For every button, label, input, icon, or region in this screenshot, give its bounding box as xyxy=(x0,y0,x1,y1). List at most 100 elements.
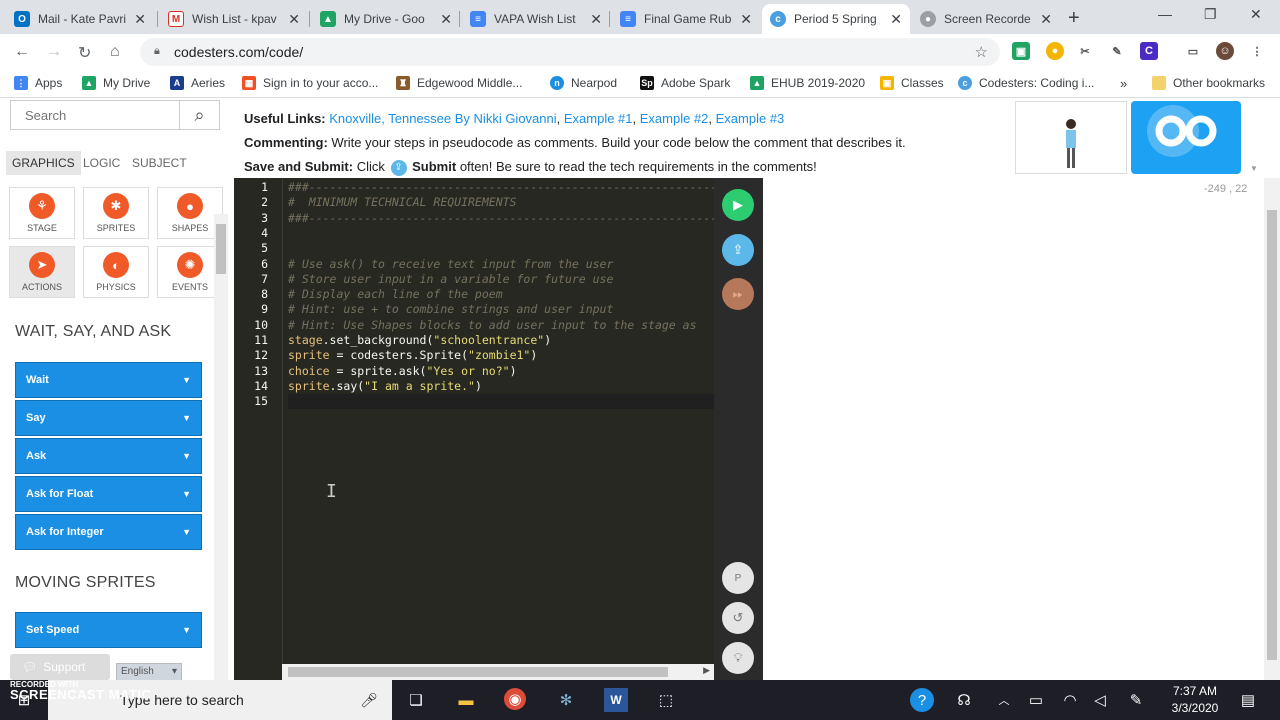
close-icon[interactable]: ✕ xyxy=(1040,11,1052,28)
block-ask[interactable]: Ask ▼ xyxy=(15,438,202,474)
battery-icon[interactable]: ▭ xyxy=(1024,688,1048,712)
back-arrow-icon[interactable]: ← xyxy=(14,43,30,61)
code-comment-line[interactable]: # MINIMUM TECHNICAL REQUIREMENTS xyxy=(288,195,516,210)
volume-icon[interactable]: ◁ xyxy=(1088,688,1112,712)
forward-arrow-icon[interactable]: → xyxy=(46,43,62,61)
code-comment-line[interactable]: # Display each line of the poem xyxy=(288,287,503,302)
notifications-icon[interactable]: ▤ xyxy=(1236,688,1260,712)
task-view-icon[interactable]: ❏ xyxy=(404,688,428,712)
bookmark-classes[interactable]: ▣ Classes xyxy=(880,76,944,90)
bookmark-apps[interactable]: ⋮ Apps xyxy=(14,76,62,90)
tab-my-drive[interactable]: ▲ My Drive - Goo ✕ xyxy=(312,4,460,34)
home-icon[interactable]: ⌂ xyxy=(110,43,120,61)
code-line[interactable]: stage.set_background("schoolentrance") xyxy=(288,333,551,348)
clock[interactable]: 7:37 AM 3/3/2020 xyxy=(1160,683,1230,717)
close-icon[interactable]: ✕ xyxy=(890,11,902,28)
scroll-down-icon[interactable]: ▼ xyxy=(1250,164,1258,173)
bookmark-nearpod[interactable]: n Nearpod xyxy=(550,76,617,90)
bookmark-microsoft[interactable]: ▦ Sign in to your acco... xyxy=(242,76,378,90)
window-close-button[interactable]: ✕ xyxy=(1250,6,1262,23)
extension-c-icon[interactable]: C xyxy=(1140,42,1158,60)
tab-final-game[interactable]: ≡ Final Game Rub ✕ xyxy=(612,4,760,34)
block-ask-float[interactable]: Ask for Float ▼ xyxy=(15,476,202,512)
category-physics[interactable]: ◐ PHYSICS xyxy=(83,246,149,298)
close-icon[interactable]: ✕ xyxy=(134,11,146,28)
code-comment-line[interactable]: ###-------------------------------------… xyxy=(288,211,738,226)
tab-wish-list[interactable]: M Wish List - kpav ✕ xyxy=(160,4,308,34)
tab-screen-recorder[interactable]: ● Screen Recorde ✕ xyxy=(912,4,1060,34)
cast-icon[interactable]: ▭ xyxy=(1184,42,1202,60)
scroll-thumb[interactable] xyxy=(1267,210,1277,660)
code-comment-line[interactable]: # Use ask() to receive text input from t… xyxy=(288,257,613,272)
menu-dots-icon[interactable]: ⋮ xyxy=(1248,42,1266,60)
search-icon[interactable]: ⌕ xyxy=(179,101,219,129)
pen-icon[interactable]: ✎ xyxy=(1124,688,1148,712)
category-actions[interactable]: ➤ ACTIONS xyxy=(9,246,75,298)
run-button[interactable]: ▶ xyxy=(722,189,754,221)
minimize-button[interactable]: — xyxy=(1158,6,1172,22)
language-select[interactable]: English ▾ xyxy=(116,663,182,681)
chrome-icon[interactable]: ◉ xyxy=(504,688,526,710)
wifi-icon[interactable]: ◠ xyxy=(1058,688,1082,712)
block-wait[interactable]: Wait ▼ xyxy=(15,362,202,398)
link-example-3[interactable]: Example #3 xyxy=(716,111,785,126)
microphone-icon[interactable]: 🎤︎ xyxy=(360,692,378,709)
codesters-logo-thumbnail[interactable] xyxy=(1131,101,1241,174)
editor-hscrollbar[interactable]: ▶ xyxy=(282,664,714,680)
word-icon[interactable]: W xyxy=(604,688,628,712)
close-icon[interactable]: ✕ xyxy=(440,11,452,28)
support-button[interactable]: 💬︎ Support xyxy=(10,654,110,680)
extension-pen-icon[interactable]: ✎ xyxy=(1108,42,1126,60)
block-set-speed[interactable]: Set Speed ▼ xyxy=(15,612,202,648)
bookmark-aeries[interactable]: A Aeries xyxy=(170,76,225,90)
extension-classroom-icon[interactable]: ▣ xyxy=(1012,42,1030,60)
other-bookmarks[interactable]: Other bookmarks xyxy=(1152,76,1265,90)
link-example-2[interactable]: Example #2 xyxy=(640,111,709,126)
bookmark-edgewood[interactable]: ♜ Edgewood Middle... xyxy=(396,76,522,90)
code-line[interactable]: sprite = codesters.Sprite("zombie1") xyxy=(288,348,537,363)
code-comment-line[interactable]: # Hint: Use Shapes blocks to add user in… xyxy=(288,318,697,333)
code-line[interactable]: choice = sprite.ask("Yes or no?") xyxy=(288,364,517,379)
snip-icon[interactable]: ⬚ xyxy=(654,688,678,712)
close-icon[interactable]: ✕ xyxy=(590,11,602,28)
reset-button[interactable]: ↺ xyxy=(722,602,754,634)
pause-button[interactable]: P xyxy=(722,562,754,594)
code-line[interactable]: sprite.say("I am a sprite.") xyxy=(288,379,482,394)
tab-subject[interactable]: SUBJECT xyxy=(132,156,187,170)
scroll-thumb[interactable] xyxy=(288,667,668,677)
address-bar[interactable]: 🔒︎ codesters.com/code/☆ xyxy=(140,38,1000,66)
extension-tools-icon[interactable]: ✂ xyxy=(1076,42,1094,60)
bookmark-codesters[interactable]: c Codesters: Coding i... xyxy=(958,76,1094,90)
code-text-area[interactable]: ###-------------------------------------… xyxy=(282,178,738,664)
reload-icon[interactable]: ↻ xyxy=(78,43,91,63)
search-input[interactable] xyxy=(11,101,179,129)
tab-logic[interactable]: LOGIC xyxy=(83,156,120,170)
scroll-thumb[interactable] xyxy=(216,224,226,274)
more-bookmarks-icon[interactable]: » xyxy=(1120,76,1127,91)
block-say[interactable]: Say ▼ xyxy=(15,400,202,436)
code-comment-line[interactable]: # Hint: use + to combine strings and use… xyxy=(288,302,613,317)
help-icon[interactable]: ? xyxy=(910,688,934,712)
teacher-thumbnail[interactable] xyxy=(1015,101,1127,174)
file-explorer-icon[interactable]: ▬ xyxy=(454,688,478,712)
bookmark-adobe-spark[interactable]: Sp Adobe Spark xyxy=(640,76,730,90)
block-ask-integer[interactable]: Ask for Integer ▼ xyxy=(15,514,202,550)
code-line[interactable] xyxy=(288,394,716,410)
restore-button[interactable]: ❐ xyxy=(1204,6,1217,23)
code-comment-line[interactable]: # Store user input in a variable for fut… xyxy=(288,272,613,287)
link-knoxville[interactable]: Knoxville, Tennessee By Nikki Giovanni xyxy=(329,111,556,126)
tab-mail[interactable]: O Mail - Kate Pavri ✕ xyxy=(6,4,154,34)
people-icon[interactable]: ☊ xyxy=(952,688,976,712)
submit-button[interactable]: ⇪ xyxy=(722,234,754,266)
step-forward-button[interactable]: ⏩︎ xyxy=(722,278,754,310)
tab-graphics[interactable]: GRAPHICS xyxy=(6,151,81,175)
profile-avatar[interactable]: ☺ xyxy=(1216,42,1234,60)
tab-period-5[interactable]: c Period 5 Spring ✕ xyxy=(762,4,910,34)
page-scrollbar[interactable] xyxy=(1264,178,1280,680)
extension-on-icon[interactable]: ● xyxy=(1046,42,1064,60)
bookmark-star-icon[interactable]: ☆ xyxy=(975,43,988,61)
link-example-1[interactable]: Example #1 xyxy=(564,111,633,126)
bookmark-ehub[interactable]: ▲ EHUB 2019-2020 xyxy=(750,76,865,90)
app-icon[interactable]: ✻ xyxy=(554,688,578,712)
code-comment-line[interactable]: ###-------------------------------------… xyxy=(288,180,738,195)
